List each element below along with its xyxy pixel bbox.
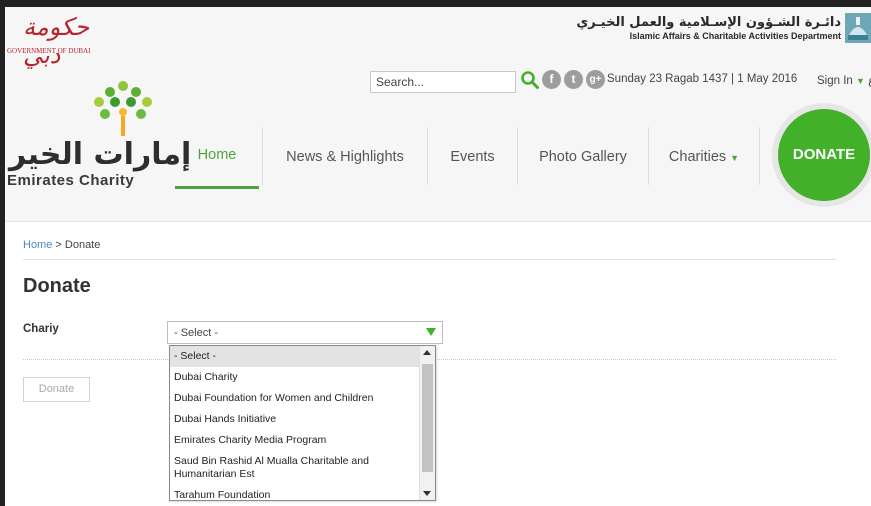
department-name-latin: Islamic Affairs & Charitable Activities …: [629, 31, 841, 41]
search-icon[interactable]: [520, 69, 540, 91]
donate-submit-button[interactable]: Donate: [23, 377, 90, 402]
nav-item-label: Events: [450, 149, 495, 165]
page: حكومة دبي GOVERNMENT OF DUBAI دائـرة الش…: [5, 7, 871, 506]
dropdown-option[interactable]: Emirates Charity Media Program: [170, 430, 421, 451]
charity-dropdown-list: - Select - Dubai Charity Dubai Foundatio…: [169, 345, 436, 501]
department-logo[interactable]: دائـرة الشـؤون الإسـلامية والعمل الخيـري…: [576, 15, 841, 41]
nav-item-label: Photo Gallery: [539, 149, 627, 165]
chevron-down-icon: [426, 328, 436, 336]
brand-name-arabic: إمارات الخير: [9, 137, 192, 172]
breadcrumb-current: Donate: [64, 239, 101, 251]
dropdown-option[interactable]: Saud Bin Rashid Al Mualla Charitable and…: [170, 451, 421, 485]
google-plus-glyph: g+: [589, 74, 602, 85]
dropdown-option[interactable]: Dubai Charity: [170, 367, 421, 388]
current-date: Sunday 23 Ragab 1437 | 1 May 2016: [607, 73, 798, 85]
chevron-down-icon: ▼: [730, 153, 740, 163]
dropdown-option[interactable]: - Select -: [170, 346, 421, 367]
scroll-down-icon[interactable]: [423, 491, 431, 496]
site-header: حكومة دبي GOVERNMENT OF DUBAI دائـرة الش…: [5, 7, 871, 222]
search-input[interactable]: Search...: [370, 71, 516, 93]
nav-item-charities[interactable]: Charities ▼: [649, 125, 759, 189]
facebook-icon[interactable]: f: [542, 70, 561, 89]
gov-logo-arabic: حكومة دبي: [23, 13, 90, 69]
nav-item-photo-gallery[interactable]: Photo Gallery: [518, 125, 648, 189]
donate-submit-label: Donate: [38, 383, 75, 395]
charity-select[interactable]: - Select -: [167, 321, 443, 344]
breadcrumb-home-link[interactable]: Home: [23, 239, 52, 251]
page-title: Donate: [23, 275, 91, 297]
nav-item-label: Charities: [668, 149, 727, 165]
dropdown-options: - Select - Dubai Charity Dubai Foundatio…: [170, 346, 421, 500]
nav-item-label: Home: [197, 147, 237, 163]
nav-item-label: News & Highlights: [286, 149, 404, 165]
sign-in-link[interactable]: Sign In ▼ ع: [817, 73, 871, 87]
gov-logo-latin: GOVERNMENT OF DUBAI: [7, 47, 91, 55]
scrollbar-thumb[interactable]: [422, 364, 433, 472]
dropdown-option[interactable]: Dubai Foundation for Women and Children: [170, 388, 421, 409]
nav-divider: [759, 127, 760, 185]
dropdown-option[interactable]: Tarahum Foundation: [170, 485, 421, 500]
facebook-glyph: f: [549, 72, 554, 86]
divider: [23, 259, 836, 260]
department-name-arabic: دائـرة الشـؤون الإسـلامية والعمل الخيـري: [576, 15, 841, 30]
nav-item-news-highlights[interactable]: News & Highlights: [263, 125, 427, 189]
tree-logo-icon: [94, 81, 152, 136]
google-plus-icon[interactable]: g+: [586, 70, 605, 89]
brand-name-latin: Emirates Charity: [7, 172, 135, 189]
window-frame-top: [0, 0, 871, 7]
charity-field-label: Chariy: [23, 323, 59, 335]
twitter-icon[interactable]: t: [564, 70, 583, 89]
sign-in-label: Sign In: [817, 75, 853, 87]
scroll-up-icon[interactable]: [423, 350, 431, 355]
nav-item-home[interactable]: Home: [175, 125, 259, 189]
chevron-down-icon: ▼: [856, 76, 865, 86]
emirates-charity-logo[interactable]: إمارات الخير Emirates Charity: [5, 81, 192, 197]
twitter-glyph: t: [571, 72, 576, 86]
donate-cta-label: DONATE: [792, 146, 856, 163]
government-of-dubai-logo[interactable]: حكومة دبي GOVERNMENT OF DUBAI: [7, 13, 107, 69]
nav-item-events[interactable]: Events: [428, 125, 517, 189]
breadcrumb-separator: >: [52, 239, 65, 251]
dropdown-option[interactable]: Dubai Hands Initiative: [170, 409, 421, 430]
breadcrumb: Home > Donate: [23, 239, 100, 251]
donate-cta-button[interactable]: DONATE: [778, 109, 870, 201]
search-placeholder: Search...: [376, 75, 425, 89]
department-emblem-icon: [845, 13, 871, 43]
dropdown-scrollbar[interactable]: [419, 346, 435, 500]
charity-select-value: - Select -: [174, 327, 219, 339]
